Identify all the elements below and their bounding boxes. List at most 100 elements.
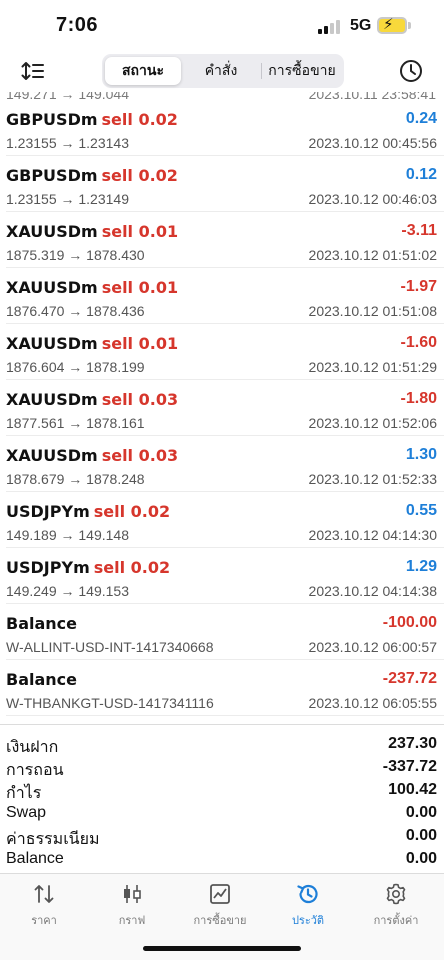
deal-row[interactable]: XAUUSDm sell 0.03 1.30 1878.679 → 1878.248 2… — [0, 436, 444, 492]
deal-prices: 149.189 → 149.148 — [6, 527, 129, 543]
deal-row[interactable]: XAUUSDm sell 0.01 -1.97 1876.470 → 1878.436… — [0, 268, 444, 324]
deal-title: USDJPYm sell 0.02 — [6, 502, 170, 521]
deal-time: 2023.10.12 01:52:33 — [308, 471, 437, 487]
summary-label: Swap — [6, 804, 47, 821]
deal-time: 2023.10.12 01:52:06 — [308, 415, 437, 431]
deal-title: GBPUSDm sell 0.02 — [6, 166, 178, 185]
partial-list-item[interactable]: 149.271 → 149.044 2023.10.11 23:58:41 — [6, 92, 436, 102]
tab-chart[interactable]: กราฟ — [88, 874, 176, 934]
deal-profit: 0.24 — [405, 110, 437, 127]
deal-symbol: XAUUSDm — [6, 446, 98, 465]
deal-title: XAUUSDm sell 0.03 — [6, 390, 178, 409]
deal-profit: -100.00 — [382, 614, 437, 631]
tab-deals[interactable]: การซื้อขาย — [263, 57, 341, 85]
trade-icon — [210, 884, 230, 904]
deal-profit: -237.72 — [382, 670, 437, 687]
deal-title: USDJPYm sell 0.02 — [6, 558, 170, 577]
quotes-icon — [34, 885, 54, 903]
row-divider — [6, 715, 444, 716]
deal-time: 2023.10.12 01:51:08 — [308, 303, 437, 319]
deal-side: sell 0.02 — [101, 166, 178, 185]
deal-time: 2023.10.12 01:51:29 — [308, 359, 437, 375]
deal-row[interactable]: USDJPYm sell 0.02 1.29 149.249 → 149.153 202… — [0, 548, 444, 604]
deal-symbol: XAUUSDm — [6, 222, 98, 241]
battery-tip — [408, 22, 411, 29]
deal-prices: 1876.470 → 1878.436 — [6, 303, 145, 319]
summary-panel: เงินฝาก 237.30 การถอน -337.72 กำไร 100.4… — [0, 724, 444, 872]
deal-row[interactable]: Balance -100.00 W-ALLINT-USD-INT-141734066… — [0, 604, 444, 660]
deal-prices: W-THBANKGT-USD-1417341116 — [6, 695, 214, 711]
deal-title: XAUUSDm sell 0.03 — [6, 446, 178, 465]
deal-side: sell 0.03 — [101, 446, 179, 465]
deal-title: XAUUSDm sell 0.01 — [6, 222, 178, 241]
history-list[interactable]: 149.271 → 149.044 2023.10.11 23:58:41 GB… — [0, 92, 444, 724]
signal-icon — [318, 20, 342, 34]
summary-value: 0.00 — [405, 850, 437, 867]
tab-label: ประวัติ — [291, 915, 325, 927]
deal-symbol: Balance — [6, 614, 77, 633]
deal-time: 2023.10.12 06:00:57 — [308, 639, 437, 655]
deal-row[interactable]: GBPUSDm sell 0.02 0.24 1.23155 → 1.23143 202… — [0, 100, 444, 156]
deal-prices: 1876.604 → 1878.199 — [6, 359, 145, 375]
deal-symbol: GBPUSDm — [6, 166, 98, 185]
deal-side: sell 0.02 — [101, 110, 178, 129]
summary-swap: Swap 0.00 — [0, 802, 444, 824]
settings-icon — [386, 883, 406, 905]
deal-side: sell 0.01 — [101, 222, 179, 241]
summary-value: 0.00 — [405, 804, 437, 821]
deal-prices: 1877.561 → 1878.161 — [6, 415, 145, 431]
deal-prices: 1.23155 → 1.23143 — [6, 135, 129, 151]
summary-withdrawal: การถอน -337.72 — [0, 756, 444, 779]
status-bar: 7:06 5G ⚡ — [0, 0, 444, 52]
toolbar: สถานะ คำสั่ง การซื้อขาย — [0, 52, 444, 92]
deal-symbol: USDJPYm — [6, 502, 90, 521]
status-time: 7:06 — [56, 14, 99, 36]
deal-side: sell 0.02 — [93, 502, 171, 521]
deal-time: 2023.10.12 00:46:03 — [308, 191, 437, 207]
summary-commission: ค่าธรรมเนียม 0.00 — [0, 825, 444, 848]
tab-history[interactable]: ประวัติ — [264, 874, 352, 934]
summary-value: 237.30 — [388, 735, 437, 752]
summary-value: -337.72 — [382, 758, 437, 775]
tab-trade[interactable]: การซื้อขาย — [176, 874, 264, 934]
deal-profit: 1.29 — [405, 558, 437, 575]
sort-icon[interactable] — [20, 58, 46, 84]
deal-side: sell 0.01 — [101, 278, 179, 297]
deal-prices: 1.23155 → 1.23149 — [6, 191, 129, 207]
deal-prices: 1878.679 → 1878.248 — [6, 471, 145, 487]
deal-title: Balance — [6, 670, 81, 689]
deal-row[interactable]: XAUUSDm sell 0.01 -3.11 1875.319 → 1878.430… — [0, 212, 444, 268]
home-indicator — [143, 946, 301, 951]
deal-row[interactable]: USDJPYm sell 0.02 0.55 149.189 → 149.148 202… — [0, 492, 444, 548]
deal-row[interactable]: XAUUSDm sell 0.01 -1.60 1876.604 → 1878.199… — [0, 324, 444, 380]
tab-settings[interactable]: การตั้งค่า — [352, 874, 440, 934]
deal-side: sell 0.02 — [93, 558, 171, 577]
deal-symbol: XAUUSDm — [6, 334, 98, 353]
deal-prices: W-ALLINT-USD-INT-1417340668 — [6, 639, 214, 655]
deal-profit: 1.30 — [405, 446, 437, 463]
deal-symbol: GBPUSDm — [6, 110, 98, 129]
deal-time: 2023.10.12 01:51:02 — [308, 247, 437, 263]
tab-quotes[interactable]: ราคา — [0, 874, 88, 934]
deal-row[interactable]: GBPUSDm sell 0.02 0.12 1.23155 → 1.23149 202… — [0, 156, 444, 212]
deal-profit: -1.60 — [400, 334, 437, 351]
deal-prices: 149.249 → 149.153 — [6, 583, 129, 599]
deal-symbol: XAUUSDm — [6, 278, 98, 297]
deal-profit: -3.11 — [401, 222, 437, 239]
deal-side: sell 0.03 — [101, 390, 179, 409]
deal-profit: -1.80 — [400, 390, 437, 407]
deal-row[interactable]: Balance -237.72 W-THBANKGT-USD-1417341116 2… — [0, 660, 444, 716]
deal-row[interactable]: XAUUSDm sell 0.03 -1.80 1877.561 → 1878.161… — [0, 380, 444, 436]
deal-symbol: Balance — [6, 670, 77, 689]
tab-orders[interactable]: คำสั่ง — [183, 57, 259, 85]
deal-title: XAUUSDm sell 0.01 — [6, 334, 178, 353]
segmented-control: สถานะ คำสั่ง การซื้อขาย — [102, 54, 344, 88]
clock-icon[interactable] — [398, 58, 424, 84]
tab-positions[interactable]: สถานะ — [105, 57, 181, 85]
tab-label: ราคา — [31, 915, 57, 927]
summary-value: 0.00 — [405, 827, 437, 844]
deal-prices: 1875.319 → 1878.430 — [6, 247, 145, 263]
segment-divider — [261, 63, 262, 79]
deal-time: 2023.10.12 00:45:56 — [308, 135, 437, 151]
tab-label: การซื้อขาย — [193, 915, 247, 927]
